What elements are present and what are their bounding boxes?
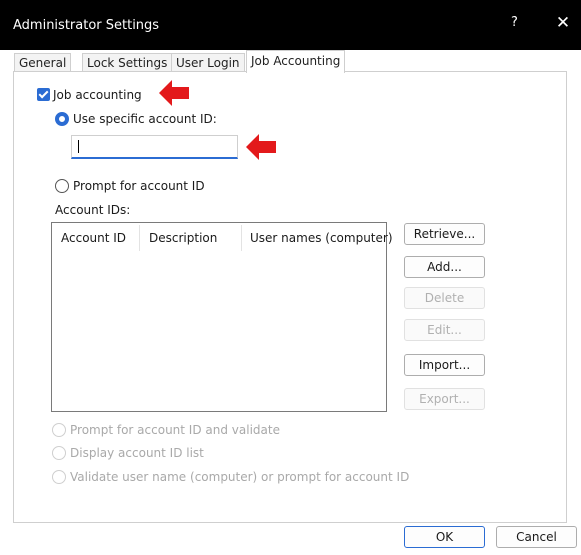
use-specific-account-label: Use specific account ID: xyxy=(73,112,217,126)
column-header-user-names[interactable]: User names (computer) xyxy=(250,231,393,245)
tab-user-login[interactable]: User Login xyxy=(171,53,245,72)
column-divider xyxy=(139,225,140,251)
tab-lock-settings[interactable]: Lock Settings xyxy=(82,53,173,72)
use-specific-account-radio[interactable] xyxy=(55,112,69,126)
help-button[interactable]: ? xyxy=(511,15,518,30)
admin-settings-dialog: Administrator Settings ? ✕ General Lock … xyxy=(0,0,581,555)
dialog-title: Administrator Settings xyxy=(13,18,160,33)
display-list-label: Display account ID list xyxy=(70,446,204,460)
column-header-description[interactable]: Description xyxy=(149,231,217,245)
job-accounting-checkbox[interactable] xyxy=(37,88,50,101)
prompt-validate-label: Prompt for account ID and validate xyxy=(70,423,280,437)
account-id-list[interactable]: Account ID Description User names (compu… xyxy=(51,222,393,412)
title-bar: Administrator Settings ? ✕ xyxy=(0,0,581,50)
red-arrow-annotation-icon xyxy=(246,134,276,160)
tab-job-accounting[interactable]: Job Accounting xyxy=(246,50,346,73)
delete-button[interactable]: Delete xyxy=(404,287,485,309)
cancel-button[interactable]: Cancel xyxy=(496,526,577,548)
validate-user-radio[interactable] xyxy=(52,470,66,484)
account-id-input[interactable] xyxy=(71,135,238,159)
red-arrow-annotation-icon xyxy=(159,80,189,106)
column-divider xyxy=(241,225,242,251)
prompt-validate-radio[interactable] xyxy=(52,423,66,437)
import-button[interactable]: Import... xyxy=(404,354,485,376)
ok-button[interactable]: OK xyxy=(404,526,485,548)
add-button[interactable]: Add... xyxy=(404,256,485,278)
job-accounting-label: Job accounting xyxy=(53,88,142,102)
prompt-account-radio[interactable] xyxy=(55,179,69,193)
account-ids-label: Account IDs: xyxy=(55,203,131,217)
tab-general[interactable]: General xyxy=(14,53,72,72)
validate-user-label: Validate user name (computer) or prompt … xyxy=(70,470,410,484)
display-list-radio[interactable] xyxy=(52,446,66,460)
retrieve-button[interactable]: Retrieve... xyxy=(404,223,485,245)
edit-button[interactable]: Edit... xyxy=(404,319,485,341)
close-button[interactable]: ✕ xyxy=(551,11,575,35)
export-button[interactable]: Export... xyxy=(404,388,485,410)
text-caret xyxy=(78,140,79,153)
prompt-account-label: Prompt for account ID xyxy=(73,179,205,193)
column-header-account-id[interactable]: Account ID xyxy=(61,231,126,245)
